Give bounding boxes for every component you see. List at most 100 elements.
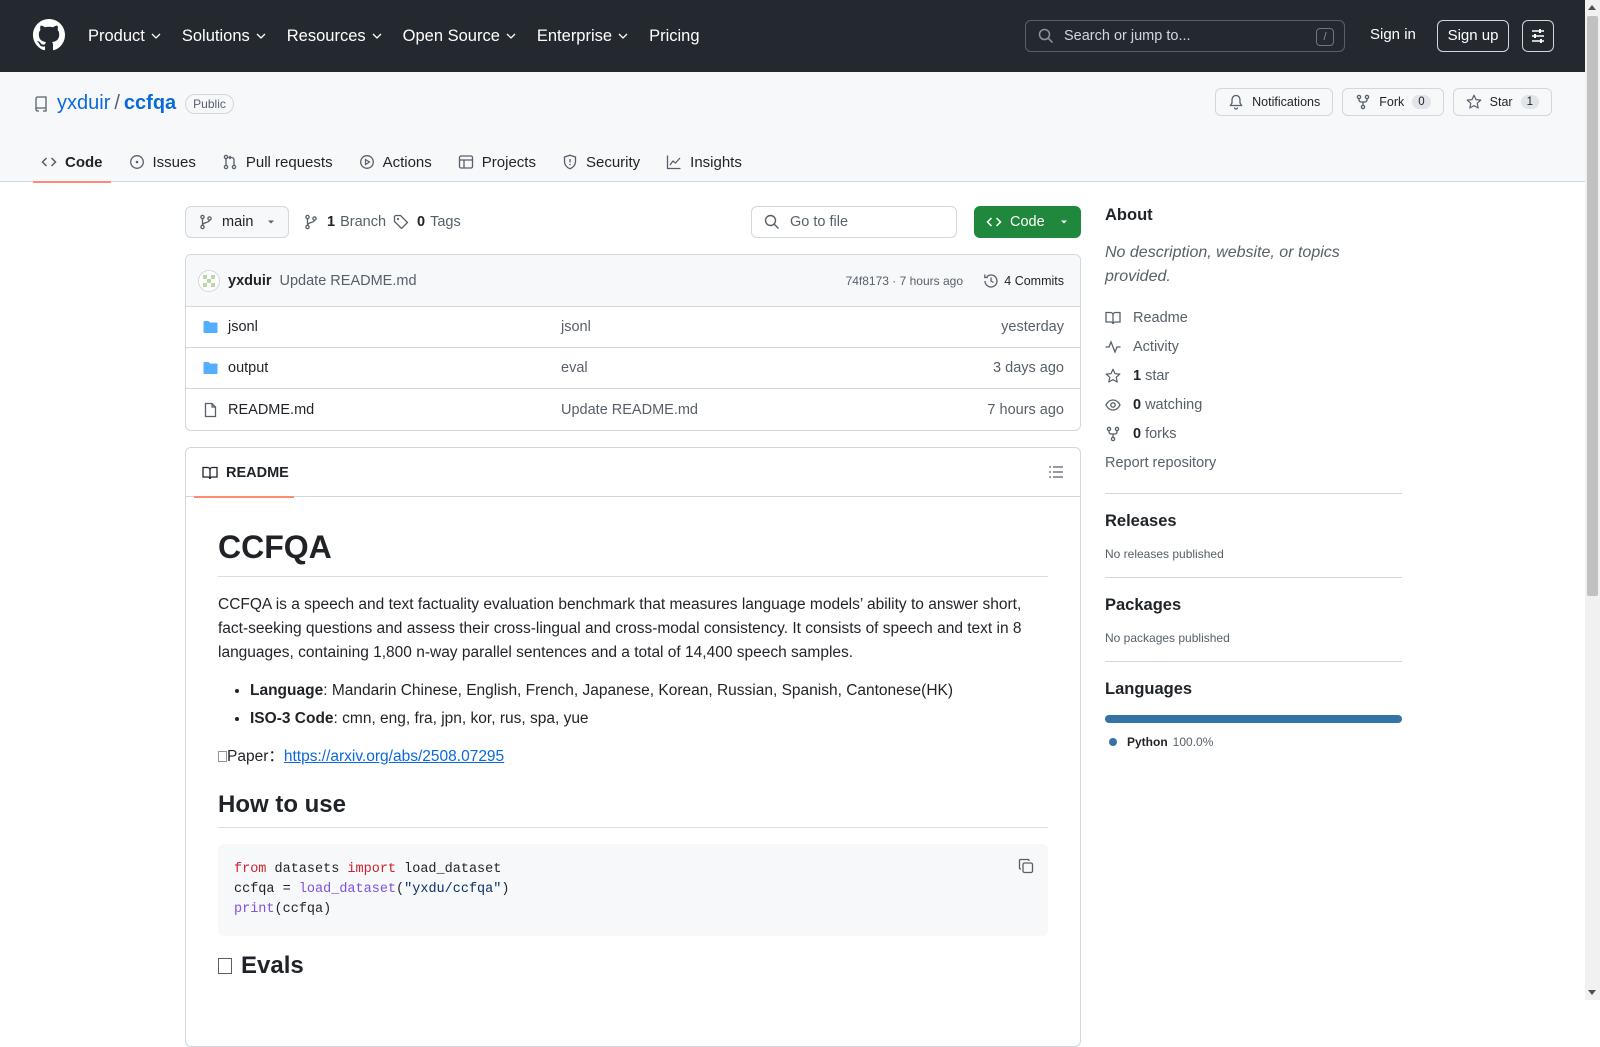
tab-issues[interactable]: Issues xyxy=(121,142,204,182)
branch-icon xyxy=(305,214,317,230)
stars-link[interactable]: 1 star xyxy=(1105,361,1402,390)
tab-code[interactable]: Code xyxy=(33,142,111,183)
file-commit-date: 7 hours ago xyxy=(987,401,1064,418)
list-item: Language: Mandarin Chinese, English, Fre… xyxy=(250,679,1048,703)
commit-author-link[interactable]: yxduir xyxy=(228,273,272,289)
chevron-down-icon xyxy=(151,33,161,39)
bell-icon xyxy=(1229,94,1243,110)
branch-select-button[interactable]: main xyxy=(185,206,289,238)
caret-down-icon xyxy=(268,220,274,224)
fork-button[interactable]: Fork 0 xyxy=(1342,88,1444,116)
repo-header: yxduir / ccfqa Public Notifications Fork… xyxy=(0,72,1585,183)
nav-solutions[interactable]: Solutions xyxy=(182,20,267,52)
watchers-link[interactable]: 0 watching xyxy=(1105,390,1402,419)
packages-section: Packages No packages published xyxy=(1105,577,1402,645)
notifications-button[interactable]: Notifications xyxy=(1215,88,1334,116)
list-icon[interactable] xyxy=(1048,464,1064,480)
file-name-link[interactable]: jsonl xyxy=(228,319,258,335)
fork-icon xyxy=(1106,426,1120,441)
tab-actions[interactable]: Actions xyxy=(351,142,440,182)
language-item-python[interactable]: Python 100.0% xyxy=(1105,735,1402,749)
report-repository-link[interactable]: Report repository xyxy=(1105,448,1402,477)
code-dropdown-button[interactable]: Code xyxy=(974,206,1081,238)
chevron-down-icon xyxy=(372,33,382,39)
repo-title: yxduir / ccfqa Public xyxy=(33,92,234,115)
graph-icon xyxy=(667,155,681,170)
file-commit-message[interactable]: eval xyxy=(561,360,588,376)
table-row[interactable]: jsonl jsonl yesterday xyxy=(186,307,1080,348)
packages-heading[interactable]: Packages xyxy=(1105,596,1402,615)
chevron-down-icon xyxy=(618,33,628,39)
languages-heading: Languages xyxy=(1105,680,1193,698)
table-row[interactable]: output eval 3 days ago xyxy=(186,348,1080,389)
sign-in-link[interactable]: Sign in xyxy=(1370,26,1416,43)
pulse-icon xyxy=(1105,339,1121,354)
repo-sidebar: About No description, website, or topics… xyxy=(1105,206,1402,749)
scroll-up-arrow-icon[interactable] xyxy=(1588,5,1596,10)
tab-projects[interactable]: Projects xyxy=(450,142,544,182)
code-icon xyxy=(41,157,57,167)
main-content: main 1 Branch 0 Tags Go to file Code yxd… xyxy=(185,206,1081,1047)
repo-name-link[interactable]: ccfqa xyxy=(124,92,176,115)
readme-link[interactable]: Readme xyxy=(1105,303,1402,332)
releases-heading[interactable]: Releases xyxy=(1105,512,1402,531)
repo-tabs: Code Issues Pull requests Actions Projec… xyxy=(33,142,760,183)
how-to-use-heading: How to use xyxy=(218,791,1048,828)
paper-line: Paper：https://arxiv.org/abs/2508.07295 xyxy=(218,745,1048,769)
caret-down-icon xyxy=(1061,220,1067,224)
identicon-icon xyxy=(203,274,215,287)
copy-icon[interactable] xyxy=(1018,858,1034,874)
sliders-icon xyxy=(1532,29,1544,43)
search-input[interactable]: Search or jump to... / xyxy=(1025,20,1345,52)
nav-pricing[interactable]: Pricing xyxy=(649,20,699,52)
readme-header: README xyxy=(186,448,1080,498)
history-icon xyxy=(984,273,998,288)
file-name-link[interactable]: README.md xyxy=(228,402,314,418)
nav-product[interactable]: Product xyxy=(88,20,162,52)
packages-empty: No packages published xyxy=(1105,631,1230,645)
avatar[interactable] xyxy=(198,269,220,292)
github-logo-icon[interactable] xyxy=(33,19,65,51)
branches-link[interactable]: 1 Branch xyxy=(303,206,386,238)
search-icon xyxy=(764,214,779,229)
go-to-file-input[interactable]: Go to file xyxy=(751,206,957,238)
forks-link[interactable]: 0 forks xyxy=(1105,419,1402,448)
tab-security[interactable]: Security xyxy=(554,142,648,182)
table-row[interactable]: README.md Update README.md 7 hours ago xyxy=(186,389,1080,430)
paper-link[interactable]: https://arxiv.org/abs/2508.07295 xyxy=(284,748,504,765)
global-nav: Product Solutions Resources Open Source … xyxy=(88,0,720,72)
code-icon xyxy=(986,217,1002,227)
tab-pull-requests[interactable]: Pull requests xyxy=(214,142,341,182)
repo-owner-link[interactable]: yxduir xyxy=(57,92,110,115)
nav-open-source[interactable]: Open Source xyxy=(403,20,517,52)
sign-up-button[interactable]: Sign up xyxy=(1437,20,1509,52)
tab-insights[interactable]: Insights xyxy=(658,142,750,182)
search-shortcut-key: / xyxy=(1316,28,1334,46)
activity-link[interactable]: Activity xyxy=(1105,332,1402,361)
nav-enterprise[interactable]: Enterprise xyxy=(537,20,629,52)
commit-hash-time[interactable]: 74f8173 · 7 hours ago xyxy=(846,274,963,288)
file-nav-bar: main 1 Branch 0 Tags Go to file Code xyxy=(185,206,1081,238)
visibility-badge: Public xyxy=(185,93,234,114)
star-button[interactable]: Star 1 xyxy=(1452,88,1552,116)
scroll-thumb[interactable] xyxy=(1587,16,1598,596)
nav-resources[interactable]: Resources xyxy=(287,20,383,52)
star-icon xyxy=(1466,94,1482,109)
commit-message-link[interactable]: Update README.md xyxy=(280,273,417,289)
menu-button[interactable] xyxy=(1522,20,1554,52)
commits-link[interactable]: 4 Commits xyxy=(983,273,1064,289)
page-scrollbar[interactable] xyxy=(1585,0,1600,1000)
chevron-down-icon xyxy=(506,33,516,39)
scroll-down-arrow-icon[interactable] xyxy=(1588,990,1596,995)
file-name-link[interactable]: output xyxy=(228,360,268,376)
repo-icon xyxy=(35,95,47,112)
list-item: ISO-3 Code: cmn, eng, fra, jpn, kor, rus… xyxy=(250,707,1048,731)
star-count: 1 xyxy=(1520,95,1539,109)
file-commit-message[interactable]: jsonl xyxy=(561,319,591,335)
file-commit-message[interactable]: Update README.md xyxy=(561,402,698,418)
tags-link[interactable]: 0 Tags xyxy=(393,206,461,238)
language-color-dot xyxy=(1109,738,1117,746)
evals-heading: Evals xyxy=(218,952,1048,980)
releases-empty: No releases published xyxy=(1105,547,1224,561)
readme-tab[interactable]: README xyxy=(194,448,294,498)
